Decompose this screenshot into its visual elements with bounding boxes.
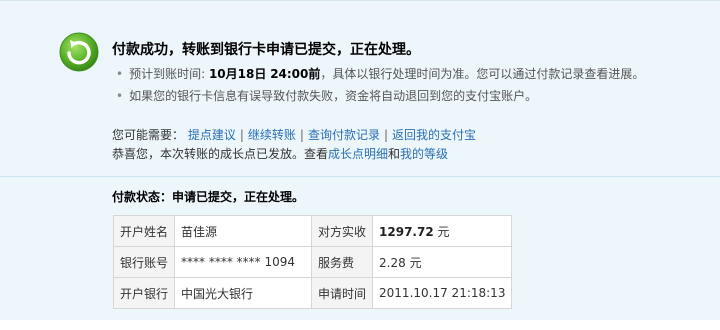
growth-points-note: 恭喜您，本次转账的成长点已发放。查看成长点明细和我的等级: [112, 145, 448, 162]
arrival-prefix: 预计到账时间:: [129, 67, 206, 81]
payment-records-link[interactable]: 查询付款记录: [308, 128, 380, 142]
growth-middle: 和: [388, 147, 401, 161]
received-cell: 1297.72 元: [372, 215, 513, 247]
table-row: 开户银行 中国光大银行 申请时间 2011.10.17 21:18:13: [112, 277, 513, 309]
apply-time-label: 申请时间: [311, 277, 374, 309]
bank-value: 中国光大银行: [174, 277, 313, 309]
bullet-dot: •: [116, 89, 124, 103]
link-separator: |: [239, 128, 244, 142]
fee-label: 服务费: [311, 246, 374, 278]
table-row: 开户姓名 苗佳源 对方实收 1297.72 元: [112, 215, 513, 247]
refund-note: • 如果您的银行卡信息有误导致付款失败，资金将自动退回到您的支付宝账户。: [116, 87, 537, 104]
growth-prefix: 恭喜您，本次转账的成长点已发放。查看: [112, 147, 329, 161]
apply-time-value: 2011.10.17 21:18:13: [372, 277, 513, 309]
growth-details-link[interactable]: 成长点明细: [328, 147, 388, 161]
account-name-value: 苗佳源: [174, 215, 313, 247]
fee-cell: 2.28 元: [372, 246, 513, 278]
refund-text: 如果您的银行卡信息有误导致付款失败，资金将自动退回到您的支付宝账户。: [129, 89, 538, 103]
currency-unit: 元: [409, 255, 422, 270]
arrival-time: 24:00前: [270, 67, 321, 81]
bullet-dot: •: [116, 67, 124, 81]
bank-label: 开户银行: [112, 277, 176, 309]
fee-amount: 2.28: [379, 255, 406, 270]
quick-links-label: 您可能需要：: [112, 128, 185, 142]
success-check-icon: [59, 32, 99, 72]
section-divider: [0, 176, 720, 177]
arrival-suffix: ，具体以银行处理时间为准。您可以通过付款记录查看进展。: [320, 67, 645, 81]
quick-links: 您可能需要： 提点建议 | 继续转账 | 查询付款记录 | 返回我的支付宝: [112, 126, 476, 143]
bottom-margin: [0, 320, 720, 330]
payment-status: 付款状态：申请已提交，正在处理。: [112, 190, 305, 204]
received-label: 对方实收: [311, 215, 374, 247]
link-separator: |: [299, 128, 304, 142]
bank-account-value: **** **** **** 1094: [174, 246, 313, 278]
my-level-link[interactable]: 我的等级: [400, 147, 448, 161]
account-name-label: 开户姓名: [112, 215, 176, 247]
transfer-details-table: 开户姓名 苗佳源 对方实收 1297.72 元 银行账号 **** **** *…: [112, 215, 513, 309]
currency-unit: 元: [437, 224, 450, 239]
feedback-link[interactable]: 提点建议: [188, 128, 236, 142]
link-separator: |: [383, 128, 389, 142]
bank-account-label: 银行账号: [112, 246, 176, 278]
received-amount: 1297.72: [379, 224, 434, 239]
continue-transfer-link[interactable]: 继续转账: [248, 128, 296, 142]
arrival-time-note: • 预计到账时间: 10月18日 24:00前，具体以银行处理时间为准。您可以通过…: [116, 65, 644, 82]
page-title: 付款成功，转账到银行卡申请已提交，正在处理。: [112, 42, 420, 58]
back-to-alipay-link[interactable]: 返回我的支付宝: [392, 128, 476, 142]
arrival-date: 10月18日: [208, 67, 267, 81]
table-row: 银行账号 **** **** **** 1094 服务费 2.28 元: [112, 246, 513, 278]
